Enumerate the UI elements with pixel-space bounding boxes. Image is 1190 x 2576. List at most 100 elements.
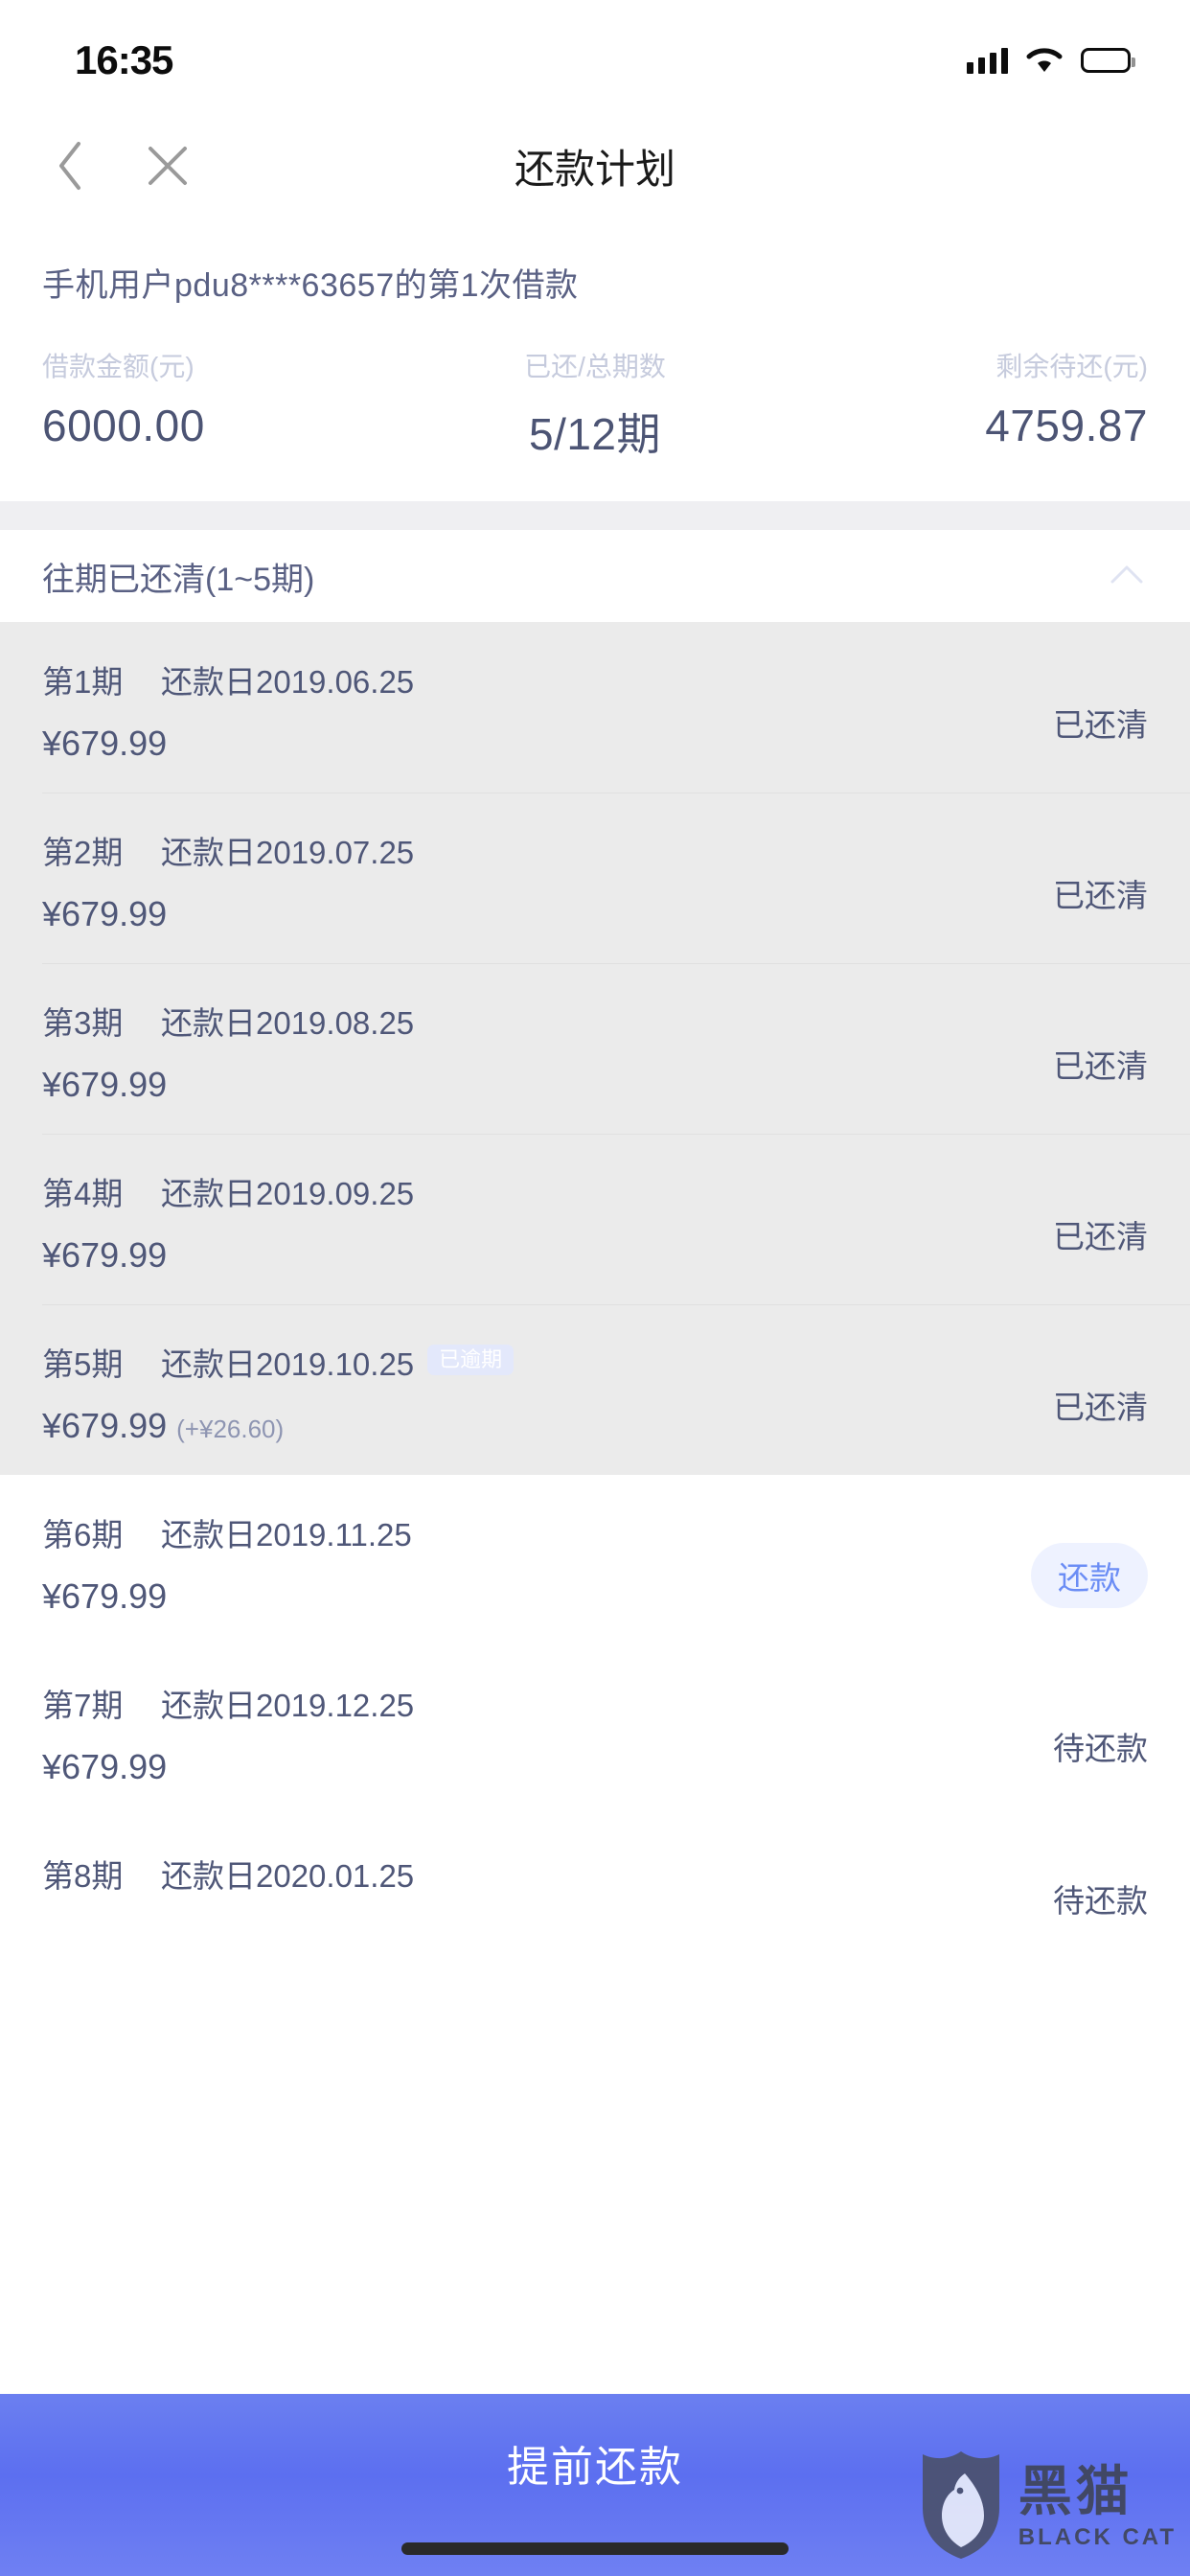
watermark-text: 黑猫 BLACK CAT — [1018, 2460, 1177, 2551]
row-status-area: 已还清 — [956, 1016, 1148, 1087]
row-amount-penalty: (+¥26.60) — [176, 1414, 285, 1443]
wifi-icon — [1025, 46, 1064, 75]
table-row[interactable]: 第7期 还款日2019.12.25 ¥679.99 待还款 — [0, 1645, 1190, 1816]
status-badge: 已还清 — [1053, 1219, 1148, 1254]
status-badge: 待还款 — [1053, 1731, 1148, 1766]
status-indicators — [967, 46, 1135, 75]
table-row[interactable]: 第5期 还款日2019.10.25 已逾期 ¥679.99 (+¥26.60) 已… — [0, 1304, 1190, 1475]
row-date: 还款日2019.10.25 — [161, 1346, 415, 1382]
home-indicator — [401, 2542, 789, 2555]
status-badge: 已还清 — [1053, 1048, 1148, 1084]
row-title: 第3期 还款日2019.08.25 — [42, 998, 956, 1044]
stat-periods: 已还/总期数 5/12期 — [411, 346, 780, 463]
row-period: 第5期 — [42, 1346, 124, 1382]
stat-label: 借款金额(元) — [42, 352, 195, 381]
row-amount: ¥679.99 — [42, 894, 168, 933]
table-row[interactable]: 第2期 还款日2019.07.25 ¥679.99 已还清 — [0, 793, 1190, 963]
row-date: 还款日2019.12.25 — [161, 1688, 415, 1723]
close-icon[interactable] — [140, 138, 195, 194]
row-amount: ¥679.99 — [42, 724, 168, 763]
row-main: 第3期 还款日2019.08.25 ¥679.99 — [42, 998, 956, 1105]
row-main: 第7期 还款日2019.12.25 ¥679.99 — [42, 1680, 956, 1787]
status-badge: 已还清 — [1053, 707, 1148, 743]
row-title: 第8期 还款日2020.01.25 — [42, 1851, 956, 1897]
row-period: 第1期 — [42, 664, 124, 700]
row-period: 第3期 — [42, 1005, 124, 1041]
row-period: 第8期 — [42, 1858, 124, 1894]
row-status-area: 已还清 — [956, 675, 1148, 746]
stat-label: 剩余待还(元) — [995, 352, 1149, 381]
table-row[interactable]: 第8期 还款日2020.01.25 待还款 — [0, 1816, 1190, 1950]
section-divider — [0, 501, 1190, 530]
watermark-en: BLACK CAT — [1018, 2523, 1177, 2550]
row-date: 还款日2019.07.25 — [161, 835, 415, 870]
loan-user-line: 手机用户pdu8****63657的第1次借款 — [42, 267, 579, 304]
row-date: 还款日2019.09.25 — [161, 1176, 415, 1211]
chevron-left-icon[interactable] — [42, 138, 98, 194]
stat-value: 6000.00 — [42, 401, 205, 450]
status-bar: 16:35 — [0, 0, 1190, 113]
row-date: 还款日2019.08.25 — [161, 1005, 415, 1041]
row-main: 第6期 还款日2019.11.25 ¥679.99 — [42, 1509, 956, 1617]
row-main: 第5期 还款日2019.10.25 已逾期 ¥679.99 (+¥26.60) — [42, 1339, 956, 1446]
status-time: 16:35 — [75, 37, 173, 82]
row-main: 第4期 还款日2019.09.25 ¥679.99 — [42, 1168, 956, 1276]
row-period: 第2期 — [42, 835, 124, 870]
paid-section-header[interactable]: 往期已还清(1~5期) — [0, 530, 1190, 622]
row-main: 第8期 还款日2020.01.25 — [42, 1851, 956, 1918]
loan-summary-card: 手机用户pdu8****63657的第1次借款 借款金额(元) 6000.00 … — [0, 218, 1190, 501]
black-cat-shield-icon — [917, 2449, 1005, 2566]
table-row[interactable]: 第1期 还款日2019.06.25 ¥679.99 已还清 — [0, 622, 1190, 793]
row-amount: ¥679.99 (+¥26.60) — [42, 1406, 956, 1446]
row-amount: ¥679.99 — [42, 1747, 168, 1786]
row-title: 第4期 还款日2019.09.25 — [42, 1168, 956, 1214]
repay-button[interactable]: 还款 — [1031, 1543, 1148, 1608]
stat-loan-amount: 借款金额(元) 6000.00 — [42, 346, 411, 463]
row-date: 还款日2020.01.25 — [161, 1858, 415, 1894]
table-row[interactable]: 第3期 还款日2019.08.25 ¥679.99 已还清 — [0, 963, 1190, 1134]
row-title: 第1期 还款日2019.06.25 — [42, 656, 956, 702]
row-title: 第6期 还款日2019.11.25 — [42, 1509, 956, 1555]
navigation-bar: 还款计划 — [0, 113, 1190, 218]
nav-left-icons — [0, 138, 195, 194]
due-installments-group: 第6期 还款日2019.11.25 ¥679.99 还款 第7期 还款日2019… — [0, 1475, 1190, 1950]
stat-remaining: 剩余待还(元) 4759.87 — [779, 346, 1148, 463]
row-amount-value: ¥679.99 — [42, 1406, 168, 1445]
row-title: 第7期 还款日2019.12.25 — [42, 1680, 956, 1726]
paid-section-title: 往期已还清(1~5期) — [42, 561, 315, 598]
overdue-badge: 已逾期 — [427, 1345, 515, 1375]
row-amount: ¥679.99 — [42, 1576, 168, 1616]
row-amount: ¥679.99 — [42, 1235, 168, 1275]
row-status-area: 已还清 — [956, 1357, 1148, 1428]
watermark: 黑猫 BLACK CAT — [917, 2449, 1177, 2566]
row-status-area: 待还款 — [956, 1851, 1148, 1921]
row-date: 还款日2019.06.25 — [161, 664, 415, 700]
status-badge: 已还清 — [1053, 1390, 1148, 1425]
row-status-area: 待还款 — [956, 1698, 1148, 1769]
row-period: 第7期 — [42, 1688, 124, 1723]
loan-stats: 借款金额(元) 6000.00 已还/总期数 5/12期 剩余待还(元) 475… — [42, 346, 1148, 463]
row-title: 第2期 还款日2019.07.25 — [42, 827, 956, 873]
watermark-cn: 黑猫 — [1018, 2460, 1133, 2521]
row-main: 第1期 还款日2019.06.25 ¥679.99 — [42, 656, 956, 764]
row-main: 第2期 还款日2019.07.25 ¥679.99 — [42, 827, 956, 934]
row-status-area: 还款 — [956, 1518, 1148, 1608]
row-title: 第5期 还款日2019.10.25 已逾期 — [42, 1339, 956, 1385]
status-badge: 待还款 — [1053, 1883, 1148, 1919]
row-period: 第6期 — [42, 1517, 124, 1552]
row-period: 第4期 — [42, 1176, 124, 1211]
row-status-area: 已还清 — [956, 845, 1148, 916]
table-row[interactable]: 第6期 还款日2019.11.25 ¥679.99 还款 — [0, 1475, 1190, 1645]
paid-installments-group: 第1期 还款日2019.06.25 ¥679.99 已还清 第2期 还款日201… — [0, 622, 1190, 1475]
row-amount: ¥679.99 — [42, 1065, 168, 1104]
row-date: 还款日2019.11.25 — [161, 1517, 412, 1552]
stat-value: 4759.87 — [985, 401, 1149, 450]
status-badge: 已还清 — [1053, 878, 1148, 913]
bottom-action-bar[interactable]: 提前还款 黑猫 BLACK CAT — [0, 2394, 1190, 2576]
battery-icon — [1081, 48, 1135, 73]
table-row[interactable]: 第4期 还款日2019.09.25 ¥679.99 已还清 — [0, 1134, 1190, 1304]
signal-bars-icon — [967, 47, 1008, 74]
chevron-up-icon[interactable] — [1110, 564, 1144, 589]
stat-value: 5/12期 — [528, 409, 662, 459]
early-repayment-button[interactable]: 提前还款 — [507, 2432, 683, 2494]
